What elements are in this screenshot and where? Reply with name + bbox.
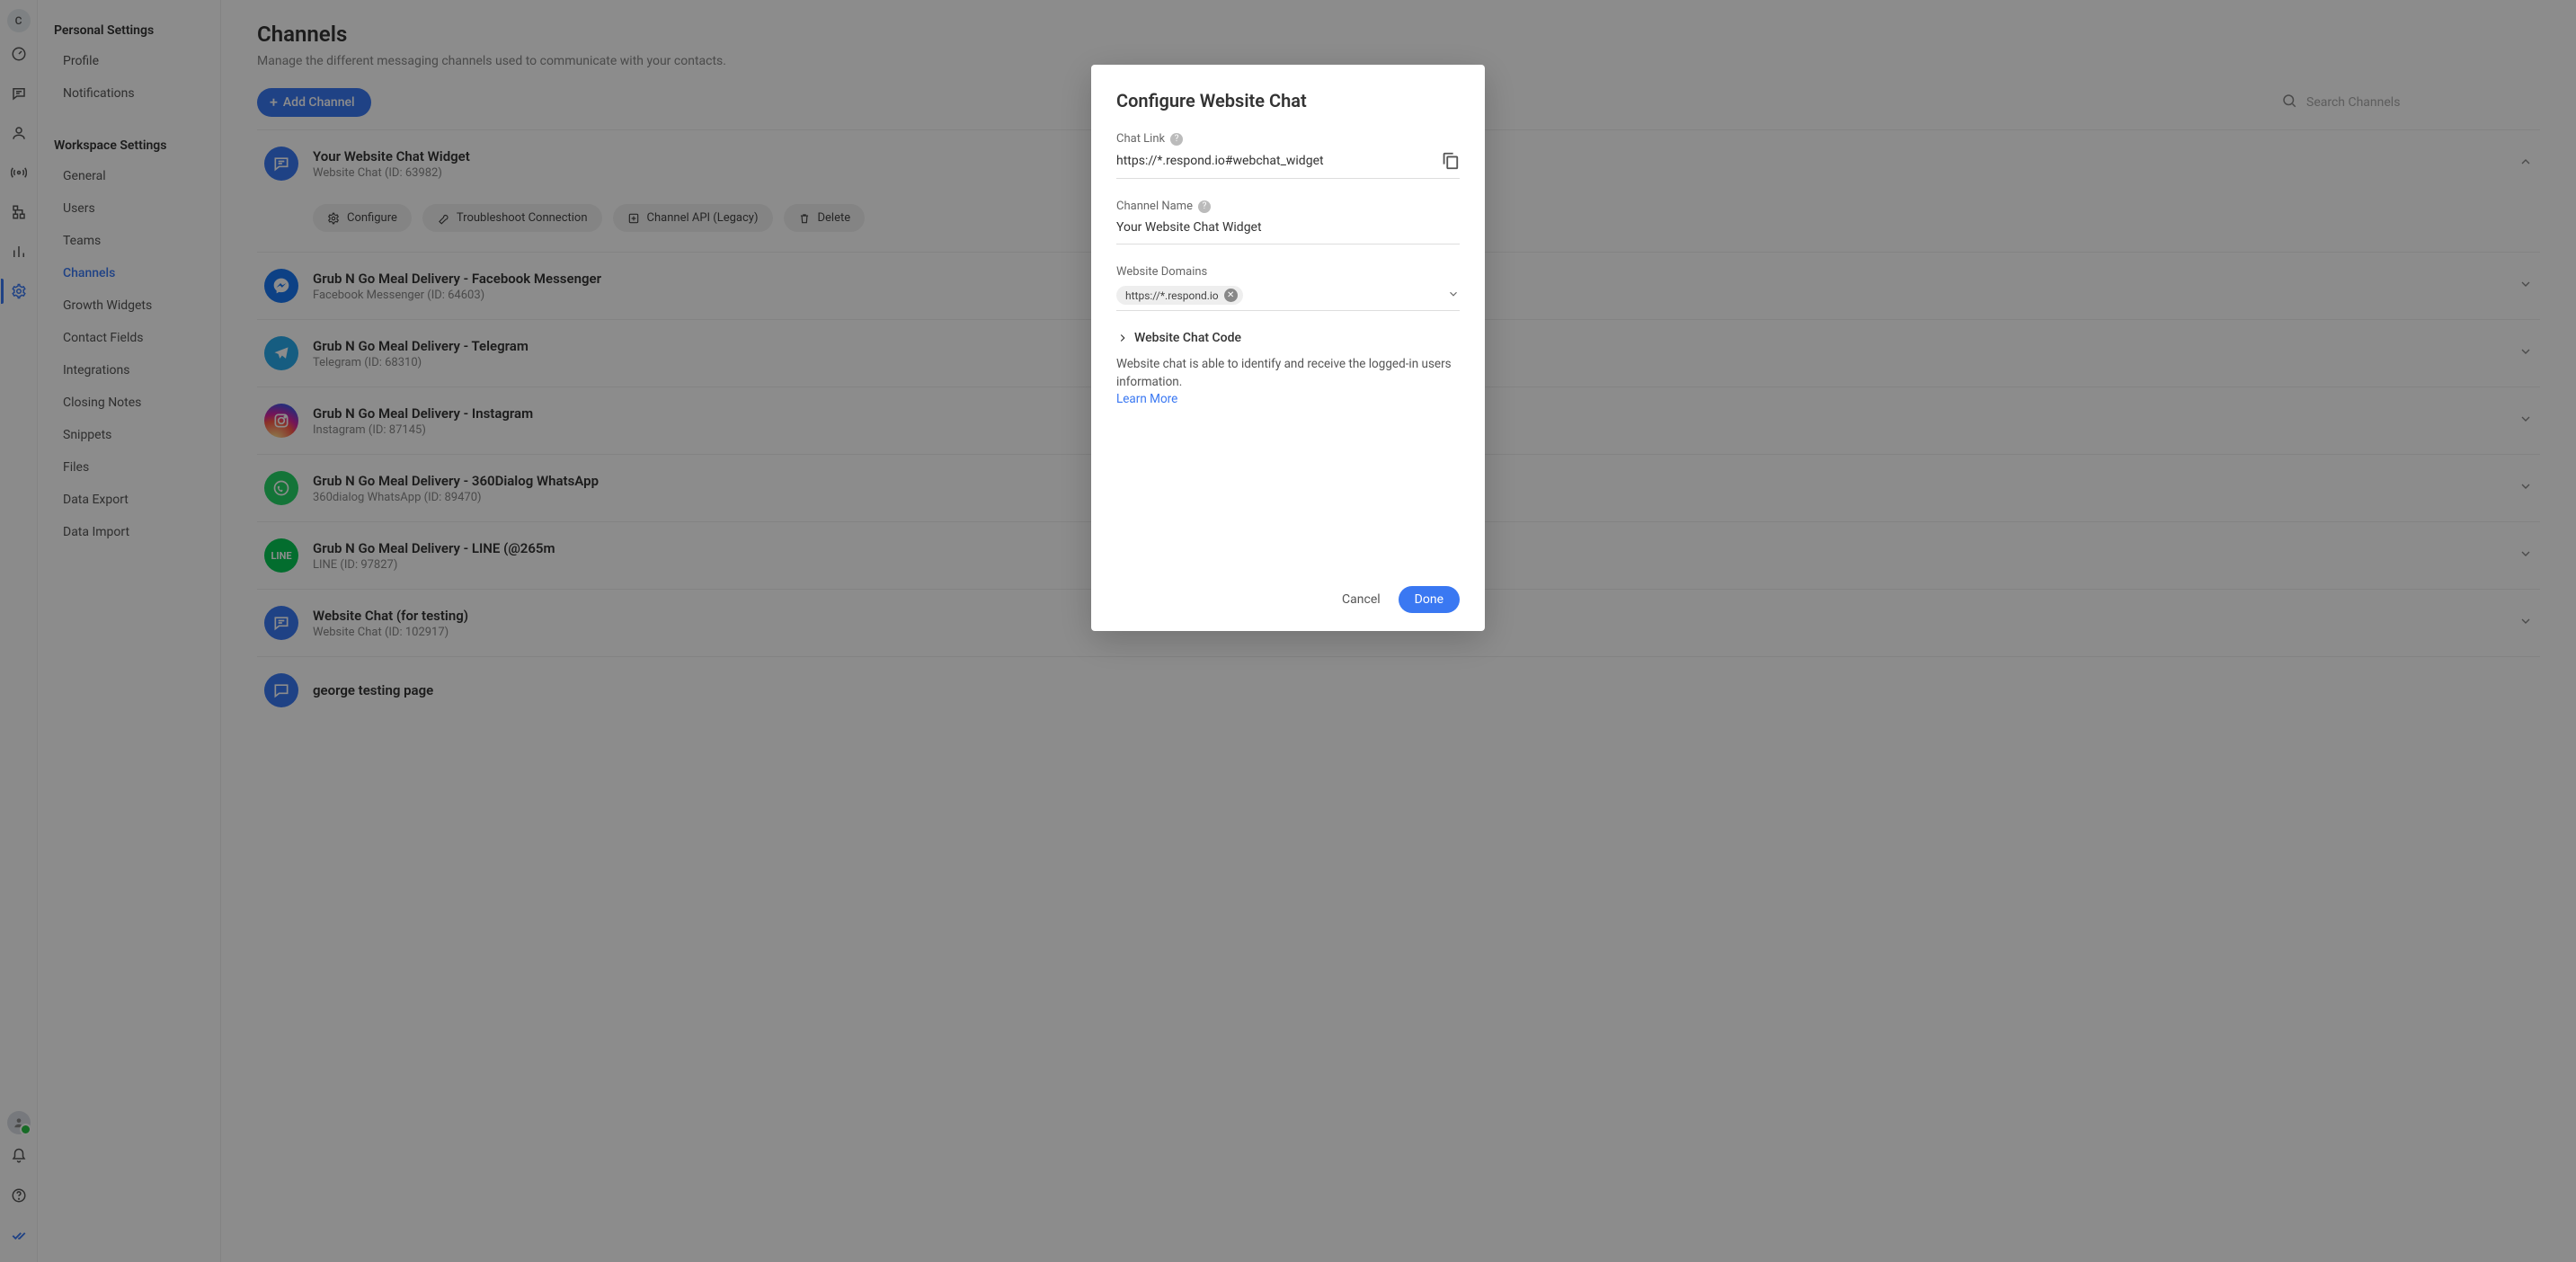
help-icon[interactable]: ? — [1198, 200, 1211, 213]
chevron-right-icon — [1116, 332, 1129, 344]
modal-footer: Cancel Done — [1116, 572, 1460, 613]
domains-label: Website Domains — [1116, 265, 1207, 279]
done-button[interactable]: Done — [1399, 586, 1460, 613]
chip-remove-icon[interactable]: ✕ — [1224, 289, 1238, 302]
channel-name-label: Channel Name — [1116, 200, 1193, 213]
field-chat-link: Chat Link ? https://*.respond.io#webchat… — [1116, 131, 1460, 179]
modal-title: Configure Website Chat — [1116, 90, 1460, 111]
info-text-body: Website chat is able to identify and rec… — [1116, 357, 1452, 389]
copy-icon[interactable] — [1440, 151, 1460, 171]
field-channel-name: Channel Name ? — [1116, 199, 1460, 244]
domain-chip-text: https://*.respond.io — [1125, 289, 1219, 302]
chat-code-expander[interactable]: Website Chat Code — [1116, 331, 1460, 345]
domains-input[interactable]: https://*.respond.io ✕ — [1116, 282, 1460, 311]
configure-modal: Configure Website Chat Chat Link ? https… — [1091, 65, 1485, 631]
field-website-domains: Website Domains https://*.respond.io ✕ — [1116, 264, 1460, 311]
cancel-button[interactable]: Cancel — [1342, 592, 1381, 607]
info-text: Website chat is able to identify and rec… — [1116, 356, 1460, 409]
chat-link-label: Chat Link — [1116, 132, 1165, 146]
chat-link-value: https://*.respond.io#webchat_widget — [1116, 154, 1431, 168]
chevron-down-icon[interactable] — [1447, 288, 1460, 304]
channel-name-input[interactable] — [1116, 218, 1460, 236]
domain-chip: https://*.respond.io ✕ — [1116, 286, 1243, 305]
help-icon[interactable]: ? — [1170, 133, 1183, 146]
chat-code-label: Website Chat Code — [1134, 331, 1241, 345]
learn-more-link[interactable]: Learn More — [1116, 392, 1177, 406]
